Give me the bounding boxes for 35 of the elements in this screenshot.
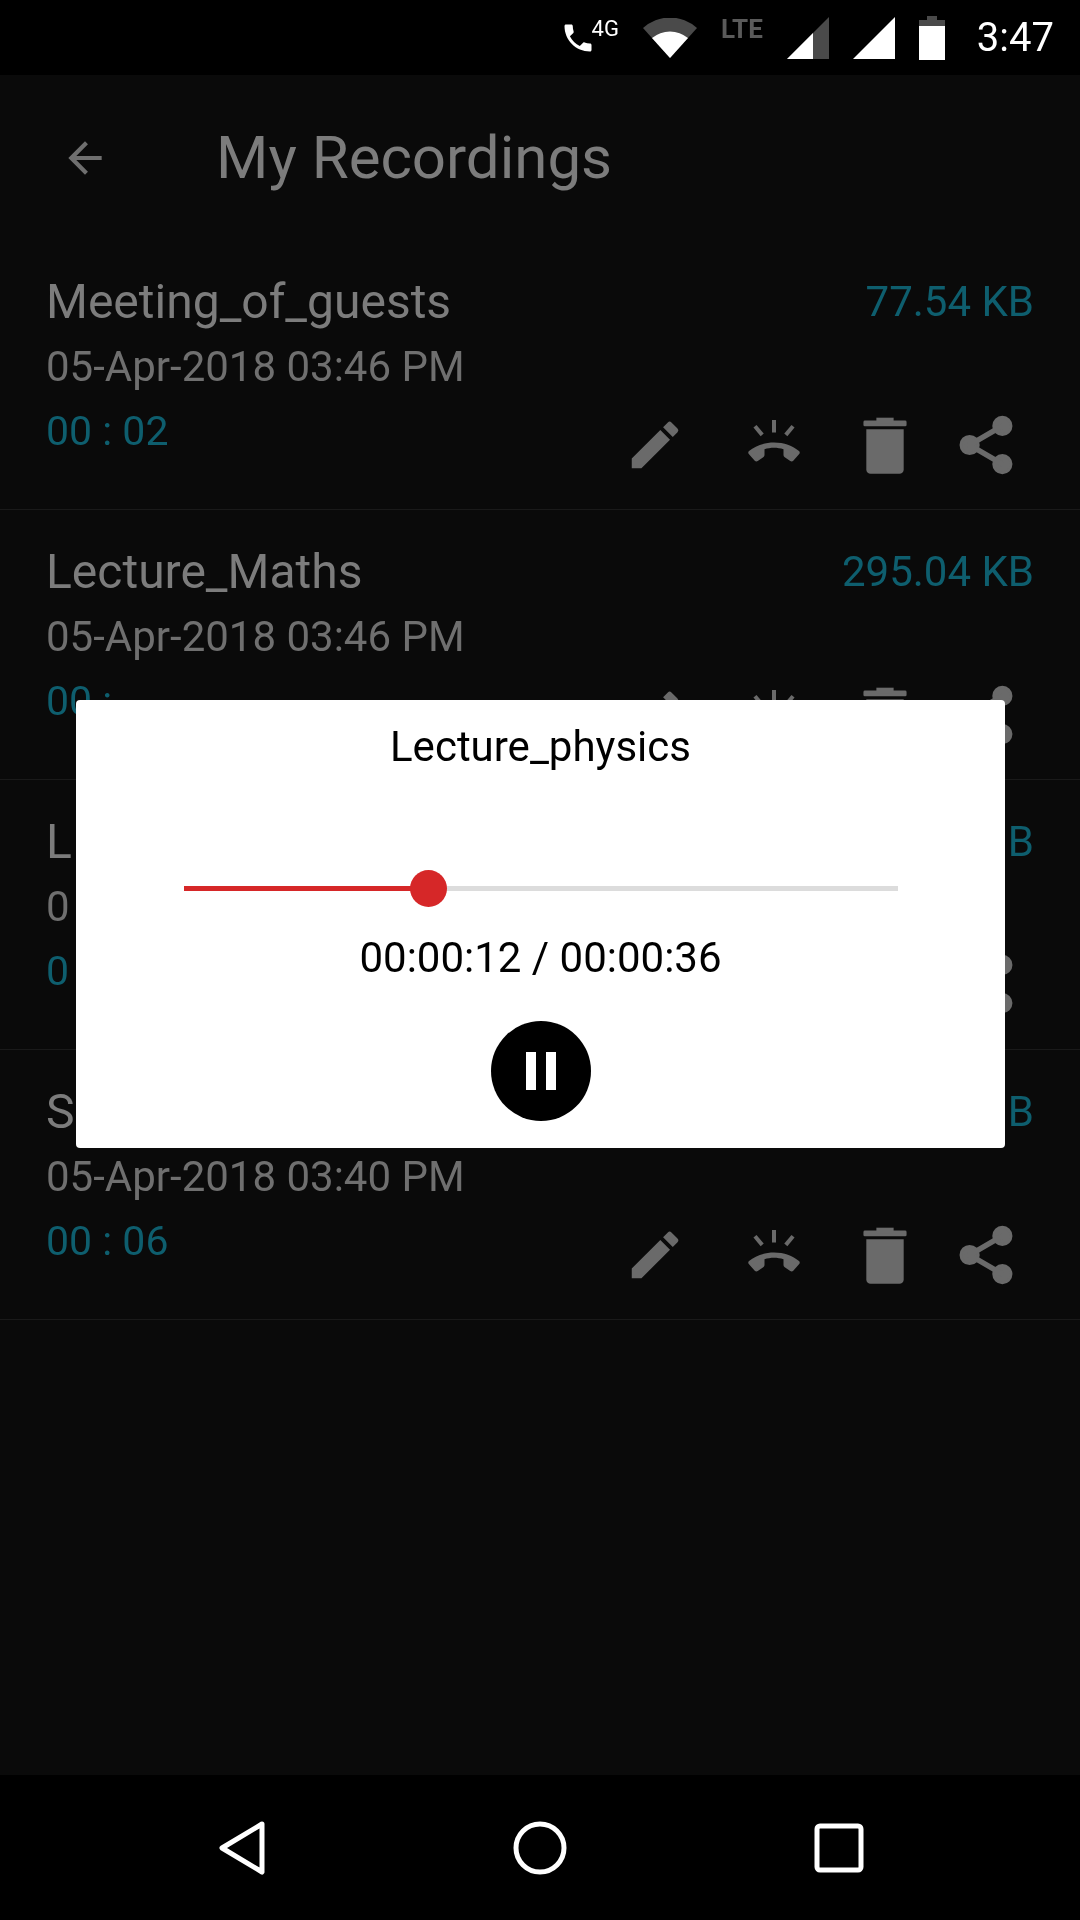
home-nav-icon[interactable] [512,1819,568,1876]
recording-duration: 0 [46,946,70,997]
pause-icon [523,1052,558,1090]
seek-thumb[interactable] [409,870,447,907]
recording-date: 05-Apr-2018 03:40 PM [46,1151,465,1203]
share-icon[interactable] [958,1225,1014,1285]
recording-date: 05-Apr-2018 03:46 PM [46,611,465,663]
wifi-icon [642,17,697,58]
recording-name[interactable]: L [46,812,72,872]
file-size: B [1007,816,1034,868]
file-size: 295.04 KB [841,546,1034,598]
trash-icon[interactable] [862,416,908,474]
dialog-title: Lecture_physics [390,722,691,772]
recording-duration: 00 : 06 [46,1216,169,1267]
recording-date: 05-Apr-2018 03:46 PM [46,341,465,393]
trash-icon[interactable] [862,1226,908,1284]
recording-name[interactable]: Meeting_of_guests [46,272,452,332]
signal-icon [786,16,829,59]
seek-track[interactable] [183,886,898,891]
share-icon[interactable] [958,415,1014,475]
recording-date: 0 [46,881,70,933]
playback-time: 00:00:12 / 00:00:36 [359,933,722,983]
signal-icon [852,16,895,59]
file-size: 77.54 KB [865,276,1034,328]
recents-nav-icon[interactable] [814,1822,864,1873]
network-type: LTE [720,13,763,46]
recording-name[interactable]: S [46,1082,75,1142]
network-label: 4G [591,17,619,40]
clock-time: 3:47 [976,12,1054,63]
screen-title: My Recordings [216,120,613,195]
file-size: B [1007,1086,1034,1138]
battery-icon [918,15,945,60]
back-nav-icon[interactable] [216,1819,266,1876]
recording-name[interactable]: Lecture_Maths [46,542,363,602]
recording-duration: 00 : 02 [46,406,169,457]
